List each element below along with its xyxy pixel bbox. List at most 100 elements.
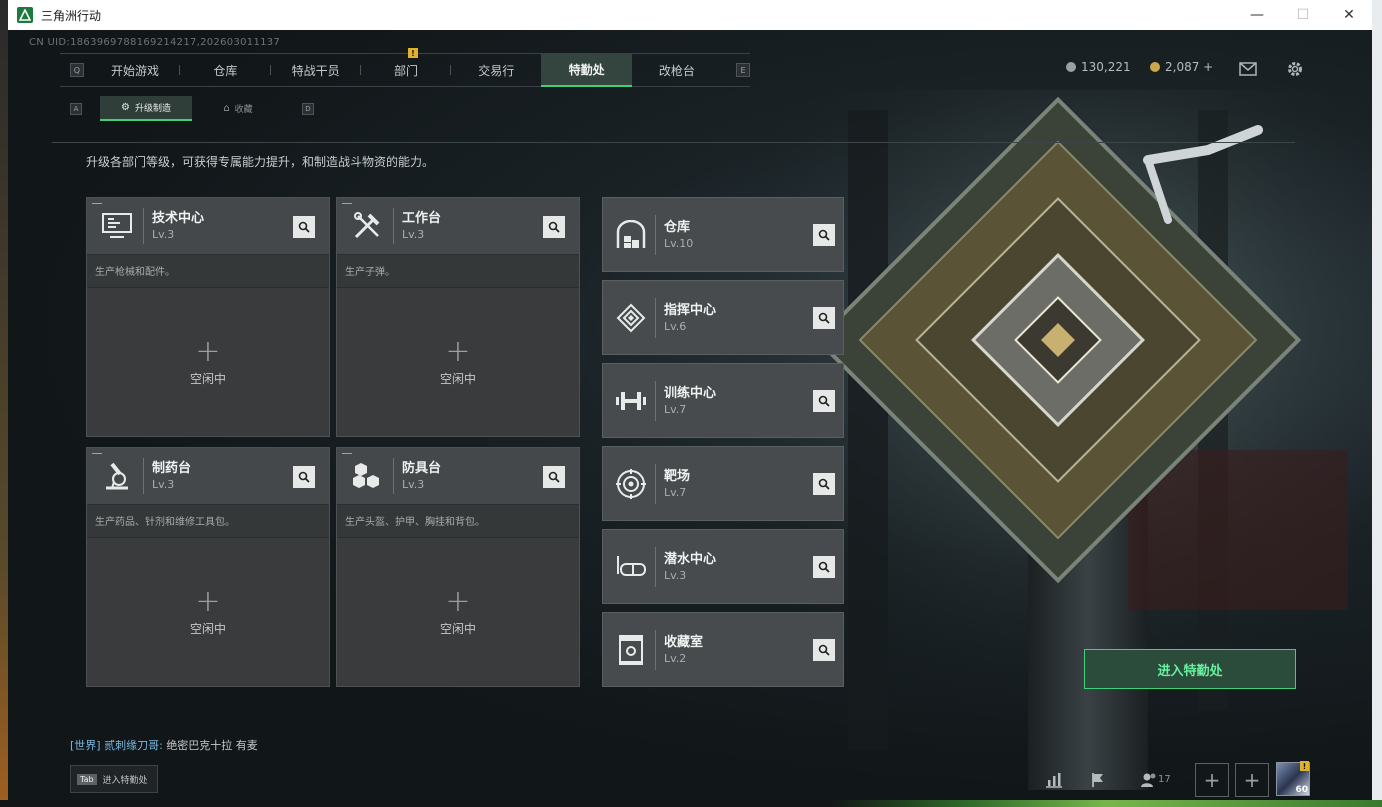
search-icon[interactable] xyxy=(293,466,315,488)
card-level: Lv.7 xyxy=(664,402,687,416)
craft-slot[interactable]: + 空闲中 xyxy=(87,538,329,686)
subtab-label: 升级制造 xyxy=(134,104,171,114)
tab-operators[interactable]: 特战干员 xyxy=(271,53,361,87)
search-icon[interactable] xyxy=(813,473,835,495)
friend-count: 17 xyxy=(1158,774,1171,785)
silver-amount: 130,221 xyxy=(1081,60,1131,74)
card-title: 潜水中心 xyxy=(664,551,717,567)
computer-icon xyxy=(95,206,139,246)
chat-sender: 贰刺缘刀哥: xyxy=(104,739,163,752)
card-header[interactable]: 工作台 Lv.3 xyxy=(337,198,579,255)
avatar-level: 60 xyxy=(1295,785,1308,795)
subtab-upgrade-craft[interactable]: ⚙ 升级制造 xyxy=(100,96,192,121)
hint-label: 进入特勤处 xyxy=(102,775,148,786)
add-slot-button[interactable]: + xyxy=(1195,763,1229,797)
craft-slot[interactable]: + 空闲中 xyxy=(337,288,579,436)
search-icon[interactable] xyxy=(813,556,835,578)
card-description: 生产枪械和配件。 xyxy=(87,255,329,288)
department-card-training-center[interactable]: 训练中心 Lv.7 xyxy=(602,363,844,438)
workbench-card-tech-center: 技术中心 Lv.3 生产枪械和配件。 + 空闲中 xyxy=(86,197,330,437)
settings-gear-icon[interactable] xyxy=(1284,58,1306,80)
card-title: 制药台 xyxy=(152,461,192,476)
diving-mask-icon xyxy=(611,547,651,587)
search-icon[interactable] xyxy=(813,224,835,246)
search-icon[interactable] xyxy=(543,216,565,238)
tab-label: 仓库 xyxy=(213,63,238,78)
card-level: Lv.3 xyxy=(402,228,425,241)
card-title: 指挥中心 xyxy=(664,302,717,318)
sub-nav: A ⚙ 升级制造 ⌂ 收藏 D xyxy=(70,96,314,121)
desktop-left-edge xyxy=(0,0,8,807)
tab-warehouse[interactable]: 仓库 xyxy=(180,53,271,87)
subtab-label: 收藏 xyxy=(234,105,253,115)
card-level: Lv.7 xyxy=(664,485,687,499)
card-header[interactable]: 技术中心 Lv.3 xyxy=(87,198,329,255)
tab-special-ops[interactable]: 特勤处 xyxy=(541,53,632,87)
card-level: Lv.3 xyxy=(152,478,175,491)
search-icon[interactable] xyxy=(543,466,565,488)
subtab-collection[interactable]: ⌂ 收藏 xyxy=(192,96,284,121)
nav-next-key[interactable]: E xyxy=(736,63,750,77)
world-chat-line[interactable]: [世界] 贰刺缘刀哥: 绝密巴克十拉 有麦 xyxy=(70,737,258,753)
card-description: 生产头盔、护甲、胸挂和背包。 xyxy=(337,505,579,538)
tab-market[interactable]: 交易行 xyxy=(451,53,541,87)
tab-start-game[interactable]: 开始游戏 xyxy=(90,53,181,87)
department-card-diving-center[interactable]: 潜水中心 Lv.3 xyxy=(602,529,844,604)
department-card-shooting-range[interactable]: 靶场 Lv.7 xyxy=(602,446,844,521)
card-title: 靶场 xyxy=(664,468,691,484)
page-description: 升级各部门等级，可获得专属能力提升，和制造战斗物资的能力。 xyxy=(86,155,435,169)
search-icon[interactable] xyxy=(813,390,835,412)
player-uid: CN UID:186396978816921421​7,202603011137 xyxy=(29,37,281,48)
department-card-warehouse[interactable]: 仓库 Lv.10 xyxy=(602,197,844,272)
subnav-next-key[interactable]: D xyxy=(302,102,314,115)
department-card-collection-room[interactable]: 收藏室 Lv.2 xyxy=(602,612,844,687)
nav-prev-key[interactable]: Q xyxy=(70,63,84,77)
tab-key: Tab xyxy=(77,773,97,785)
game-viewport: CN UID:186396978816921421​7,202603011137… xyxy=(8,30,1372,800)
cubes-icon xyxy=(345,456,389,496)
department-card-command-center[interactable]: 指挥中心 Lv.6 xyxy=(602,280,844,355)
plus-icon: + xyxy=(195,583,221,619)
enter-special-ops-button[interactable]: 进入特勤处 xyxy=(1084,649,1296,689)
card-title: 工作台 xyxy=(402,211,442,226)
window-title: 三角洲行动 xyxy=(41,8,102,23)
stats-chart-icon[interactable] xyxy=(1037,763,1071,797)
chat-channel: [世界] xyxy=(70,739,101,752)
card-level: Lv.10 xyxy=(664,236,694,250)
maximize-button[interactable]: ☐ xyxy=(1280,0,1326,30)
tab-gunsmith[interactable]: 改枪台 xyxy=(632,53,722,87)
slot-status: 空闲中 xyxy=(189,371,226,386)
dumbbell-icon xyxy=(611,381,651,421)
card-header[interactable]: 防具台 Lv.3 xyxy=(337,448,579,505)
tab-label: 开始游戏 xyxy=(111,63,160,78)
craft-slot[interactable]: + 空闲中 xyxy=(87,288,329,436)
subnav-prev-key[interactable]: A xyxy=(70,102,82,115)
search-icon[interactable] xyxy=(813,639,835,661)
close-button[interactable]: ✕ xyxy=(1326,0,1372,30)
tab-departments[interactable]: ! 部门 xyxy=(361,48,452,87)
card-header[interactable]: 制药台 Lv.3 xyxy=(87,448,329,505)
search-icon[interactable] xyxy=(813,307,835,329)
card-description: 生产子弹。 xyxy=(337,255,579,288)
craft-slot[interactable]: + 空闲中 xyxy=(337,538,579,686)
player-avatar[interactable]: ! 60 xyxy=(1276,761,1310,796)
gold-currency[interactable]: 2,087 + xyxy=(1150,60,1213,74)
add-slot-button[interactable]: + xyxy=(1235,763,1269,797)
flag-icon[interactable] xyxy=(1081,763,1115,797)
microscope-icon xyxy=(95,456,139,496)
mail-icon[interactable] xyxy=(1237,58,1259,80)
card-level: Lv.3 xyxy=(402,478,425,491)
card-level: Lv.2 xyxy=(664,651,687,665)
wrench-gear-icon: ⚙ xyxy=(121,102,130,113)
main-nav: Q 开始游戏 仓库 特战干员 ! 部门 交易行 特勤处 改枪台 E xyxy=(60,48,750,87)
minimize-button[interactable]: — xyxy=(1234,0,1280,30)
alert-badge: ! xyxy=(408,48,418,58)
slot-status: 空闲中 xyxy=(439,371,476,386)
search-icon[interactable] xyxy=(293,216,315,238)
enter-special-ops-hint[interactable]: Tab 进入特勤处 xyxy=(70,765,158,793)
card-level: Lv.3 xyxy=(664,568,687,582)
desktop-right-edge xyxy=(1372,0,1382,807)
gold-coin-icon xyxy=(1150,62,1160,72)
chat-message: 绝密巴克十拉 有麦 xyxy=(166,739,258,752)
warehouse-icon xyxy=(611,215,651,255)
